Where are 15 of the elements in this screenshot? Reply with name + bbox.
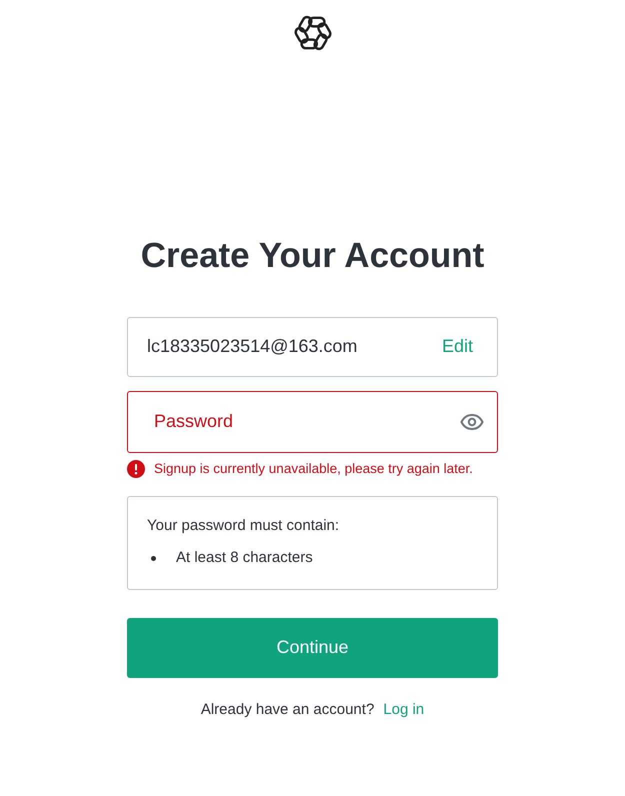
requirement-item: At least 8 characters (176, 548, 313, 568)
continue-button[interactable]: Continue (127, 618, 498, 678)
edit-link[interactable]: Edit (442, 333, 473, 360)
login-link[interactable]: Log in (383, 698, 424, 722)
password-field[interactable]: Password (127, 390, 498, 452)
email-field[interactable]: lc18335023514@163.com Edit (127, 316, 498, 376)
error-message: Signup is currently unavailable, please try again later. (154, 460, 473, 478)
login-prompt: Already have an account? (200, 700, 374, 720)
eye-icon[interactable] (460, 412, 484, 430)
error-icon (127, 460, 145, 478)
bullet-icon (151, 556, 156, 561)
page-title: Create Your Account (140, 235, 484, 277)
email-value: lc18335023514@163.com (147, 335, 358, 358)
requirements-heading: Your password must contain: (147, 516, 340, 536)
logo-icon (294, 14, 332, 52)
